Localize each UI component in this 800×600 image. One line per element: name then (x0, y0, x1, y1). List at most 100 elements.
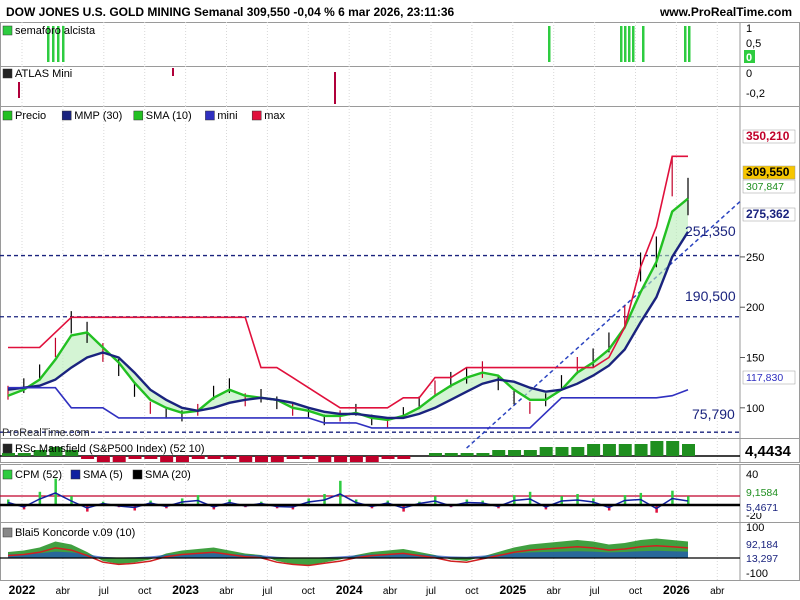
semaforo-tick-1: 1 (746, 23, 752, 35)
cpm-tick-40: 40 (746, 469, 758, 481)
rsc-bar-33 (523, 450, 537, 456)
price-tag-max: 350,210 (746, 129, 790, 143)
rsc-bar-15 (239, 456, 253, 462)
x-tick-label-9: abr (383, 586, 398, 597)
atlas-value-label: 0 (746, 68, 752, 80)
price-tag-sma: 307,847 (746, 181, 784, 193)
rsc-bar-24 (381, 456, 395, 459)
rsc-bar-41 (650, 441, 664, 456)
rsc-bar-37 (587, 444, 601, 456)
rsc-bar-30 (476, 453, 490, 456)
rsc-bar-7 (112, 456, 126, 462)
cpm-legend-sma5-swatch (70, 469, 81, 480)
x-tick-label-4: 2023 (172, 583, 199, 597)
rsc-bar-36 (571, 447, 585, 456)
rsc-bar-13 (207, 456, 221, 459)
panel-frame-atl (0, 66, 800, 107)
x-tick-label-2: jul (98, 586, 109, 597)
rsc-bar-21 (334, 456, 348, 462)
semaforo-value-label: 0 (746, 52, 752, 64)
rsc-bar-18 (286, 456, 300, 459)
x-tick-label-11: oct (465, 586, 479, 597)
semaforo-bar-7 (628, 26, 631, 62)
atlas-tick: -0,2 (746, 88, 765, 100)
level-label-2: 190,500 (685, 288, 736, 304)
koncorde-legend-swatch (2, 527, 13, 538)
main-legend-swatch-4 (251, 110, 262, 121)
cpm-legend-sma5: SMA (5) (83, 469, 123, 481)
level-label-1: 251,350 (685, 223, 736, 239)
x-tick-label-0: 2022 (9, 583, 36, 597)
rsc-bar-39 (618, 444, 632, 456)
koncorde-blue-area (8, 550, 688, 558)
main-legend-swatch-3 (205, 110, 215, 121)
rsc-bar-6 (96, 456, 110, 462)
semaforo-bar-4 (548, 26, 551, 62)
rsc-bar-28 (444, 453, 458, 456)
rsc-bar-23 (365, 456, 379, 462)
cpm-bar-3 (54, 478, 57, 505)
rsc-bar-11 (175, 456, 189, 462)
semaforo-bar-10 (684, 26, 687, 62)
price-tag-last: 309,550 (746, 165, 790, 179)
sma-mmp-fill (8, 198, 688, 420)
main-legend-label-4: max (264, 110, 285, 122)
x-tick-label-16: 2026 (663, 583, 690, 597)
x-tick-label-13: abr (546, 586, 561, 597)
rsc-bar-35 (555, 447, 569, 456)
rsc-bar-32 (508, 450, 522, 456)
semaforo-tick-0_5: 0,5 (746, 38, 761, 50)
y-tick-label-1: 150 (746, 353, 764, 365)
x-tick-label-3: oct (138, 586, 152, 597)
main-legend-label-1: MMP (30) (74, 110, 122, 122)
rsc-bar-31 (492, 450, 506, 456)
x-tick-label-1: abr (56, 586, 71, 597)
semaforo-bar-5 (620, 26, 623, 62)
rsc-bar-42 (666, 441, 680, 456)
atlas-legend-swatch (2, 68, 13, 79)
rsc-bar-5 (81, 456, 95, 459)
x-tick-label-15: oct (629, 586, 643, 597)
rsc-bar-12 (191, 456, 205, 459)
rsc-bar-0 (2, 453, 15, 456)
koncorde-value2: 13,297 (746, 553, 778, 565)
rsc-bar-14 (223, 456, 237, 459)
level-label-3: 75,790 (692, 406, 735, 422)
rsc-legend-swatch (2, 443, 13, 454)
main-legend-label-3: mini (217, 110, 237, 122)
semaforo-title: semaforo alcista (15, 25, 96, 37)
x-tick-label-6: jul (261, 586, 272, 597)
semaforo-bar-9 (642, 26, 645, 62)
rsc-bar-38 (602, 444, 616, 456)
price-tag-mini: 117,830 (746, 372, 783, 384)
atlas-bar-1 (172, 68, 174, 76)
watermark: ProRealTime.com (2, 427, 90, 439)
koncorde-value1: 92,184 (746, 539, 778, 551)
rsc-bar-29 (460, 453, 474, 456)
y-tick-label-3: 250 (746, 252, 764, 264)
koncorde-tick-100: 100 (746, 522, 764, 534)
rsc-bar-19 (302, 456, 316, 459)
rsc-bar-8 (128, 456, 142, 459)
price-tag-mmp: 275,362 (746, 207, 790, 221)
main-legend-swatch-0 (2, 110, 13, 121)
semaforo-bar-8 (632, 26, 635, 62)
cpm-value1: 9,1584 (746, 487, 778, 499)
rsc-bar-34 (539, 447, 553, 456)
rsc-bar-20 (318, 456, 332, 462)
koncorde-tick-neg100: -100 (746, 568, 768, 580)
rsc-title: RSc Mansfield (S&P500 Index) (52 10) (15, 443, 205, 455)
atlas-title: ATLAS Mini (15, 68, 72, 80)
rsc-bar-40 (634, 444, 648, 456)
x-tick-label-5: abr (219, 586, 234, 597)
x-tick-label-14: jul (589, 586, 600, 597)
x-tick-label-17: abr (710, 586, 725, 597)
panel-frame-sem (0, 22, 800, 67)
atlas-bar-2 (334, 72, 336, 104)
chart-stage[interactable]: 2022 abr jul oct 2023 abr jul oct 2024 abr jul oct 2… (0, 0, 800, 600)
rsc-bar-10 (160, 456, 174, 462)
rsc-bar-43 (682, 444, 695, 456)
rsc-bar-22 (349, 456, 363, 462)
main-legend-label-0: Precio (15, 110, 46, 122)
main-legend-label-2: SMA (10) (146, 110, 192, 122)
